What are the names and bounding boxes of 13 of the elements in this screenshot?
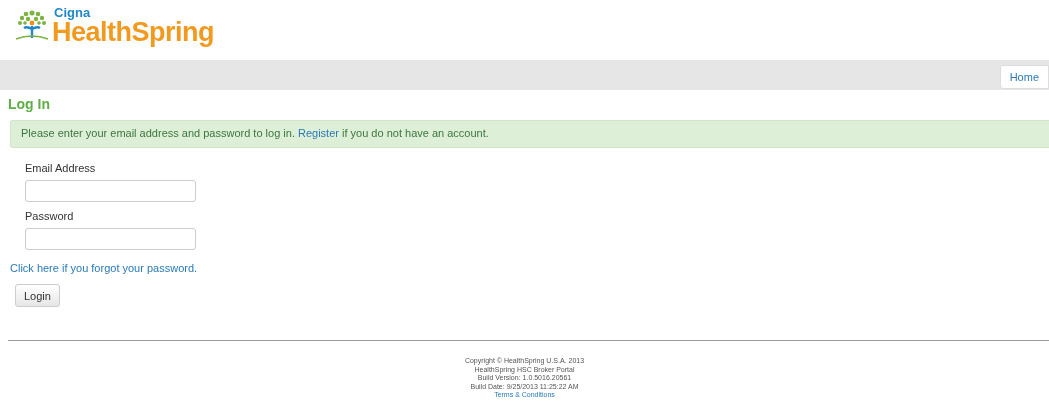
field-label: Email Address xyxy=(25,162,97,174)
input-field[interactable] xyxy=(25,180,196,202)
home-button[interactable]: Home xyxy=(999,65,1049,89)
info-message: Please enter your email address and password to log in. Register if you do not have an account. xyxy=(21,127,489,139)
page-heading: Log In xyxy=(8,96,51,112)
tree-logo-icon xyxy=(15,8,49,42)
field-label: Password xyxy=(25,210,75,222)
login-button[interactable]: Login xyxy=(15,284,60,307)
forgot-password-link[interactable]: Click here if you forgot your password. xyxy=(10,262,198,274)
input-field[interactable] xyxy=(25,228,196,250)
brand-name: Cigna xyxy=(54,6,92,19)
register-link[interactable]: Register xyxy=(298,127,339,139)
product-name: HealthSpring xyxy=(52,19,214,46)
